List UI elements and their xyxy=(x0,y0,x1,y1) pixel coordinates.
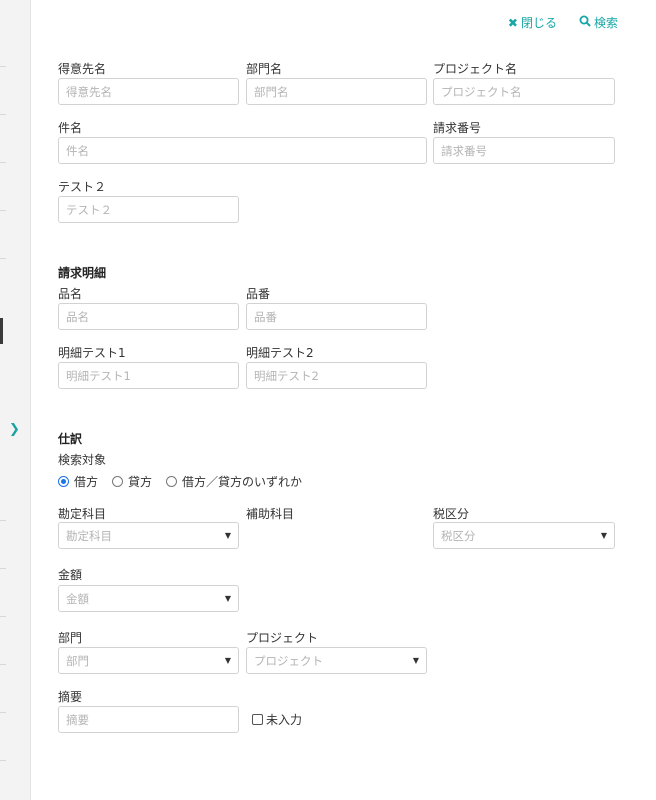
detail-test1-input[interactable] xyxy=(58,362,239,389)
journal-section-title: 仕訳 xyxy=(58,432,83,446)
caret-down-icon: ▼ xyxy=(224,531,231,540)
rail-divider xyxy=(0,664,6,665)
subject-input[interactable] xyxy=(58,137,427,164)
rail-divider xyxy=(0,114,6,115)
radio-unchecked-icon[interactable] xyxy=(112,476,124,487)
item-name-label: 品名 xyxy=(58,287,83,301)
invoice-no-input[interactable] xyxy=(433,137,615,164)
account-select[interactable]: 勘定科目 ▼ xyxy=(58,522,239,549)
unentered-label: 未入力 xyxy=(266,713,303,727)
amount-placeholder: 金額 xyxy=(66,591,89,606)
rail-divider xyxy=(0,258,6,259)
magnifier-icon xyxy=(579,15,591,30)
x-icon: ✖ xyxy=(507,15,518,30)
proj-placeholder: プロジェクト xyxy=(254,653,323,668)
item-no-input[interactable] xyxy=(246,303,427,330)
account-label: 勘定科目 xyxy=(58,507,107,521)
amount-select[interactable]: 金額 ▼ xyxy=(58,585,239,612)
test2-input[interactable] xyxy=(58,196,239,223)
detail-test1-label: 明細テスト1 xyxy=(58,346,126,360)
rail-divider xyxy=(0,616,6,617)
customer-input[interactable] xyxy=(58,78,239,105)
tax-select[interactable]: 税区分 ▼ xyxy=(433,522,615,549)
radio-credit[interactable]: 貸方 xyxy=(112,473,152,490)
item-name-input[interactable] xyxy=(58,303,239,330)
checkbox-icon[interactable] xyxy=(252,714,263,725)
account-placeholder: 勘定科目 xyxy=(66,528,112,543)
department-label: 部門名 xyxy=(246,62,283,76)
search-button[interactable]: 検索 xyxy=(579,14,618,31)
proj-label: プロジェクト xyxy=(246,631,319,645)
caret-down-icon: ▼ xyxy=(412,656,419,665)
department-input[interactable] xyxy=(246,78,427,105)
dept-placeholder: 部門 xyxy=(66,653,89,668)
caret-down-icon: ▼ xyxy=(224,656,231,665)
detail-section-title: 請求明細 xyxy=(58,266,107,280)
rail-divider xyxy=(0,210,6,211)
dept-label: 部門 xyxy=(58,631,83,645)
detail-test2-input[interactable] xyxy=(246,362,427,389)
close-button[interactable]: ✖ 閉じる xyxy=(508,14,557,31)
dept-select[interactable]: 部門 ▼ xyxy=(58,647,239,674)
chevron-right-icon[interactable]: ❯ xyxy=(9,422,20,437)
memo-label: 摘要 xyxy=(58,690,83,704)
radio-debit[interactable]: 借方 xyxy=(58,473,98,490)
subject-label: 件名 xyxy=(58,121,83,135)
left-rail xyxy=(0,0,31,800)
radio-checked-icon[interactable] xyxy=(58,476,69,487)
radio-debit-label: 借方 xyxy=(74,475,99,489)
test2-label: テスト２ xyxy=(58,180,107,194)
detail-test2-label: 明細テスト2 xyxy=(246,346,314,360)
radio-unchecked-icon[interactable] xyxy=(166,476,178,487)
rail-divider xyxy=(0,66,6,67)
proj-select[interactable]: プロジェクト ▼ xyxy=(246,647,427,674)
rail-divider xyxy=(0,162,6,163)
tax-label: 税区分 xyxy=(433,507,470,521)
radio-either[interactable]: 借方／貸方のいずれか xyxy=(166,473,302,490)
sub-account-label: 補助科目 xyxy=(246,507,295,521)
project-label: プロジェクト名 xyxy=(433,62,518,76)
invoice-no-label: 請求番号 xyxy=(433,121,482,135)
radio-either-label: 借方／貸方のいずれか xyxy=(182,475,303,489)
rail-active-marker xyxy=(0,318,3,344)
rail-divider xyxy=(0,520,6,521)
rail-divider xyxy=(0,712,6,713)
close-label: 閉じる xyxy=(520,16,557,30)
project-input[interactable] xyxy=(433,78,615,105)
rail-divider xyxy=(0,568,6,569)
amount-label: 金額 xyxy=(58,568,83,582)
customer-label: 得意先名 xyxy=(58,62,107,76)
panel-actions: ✖ 閉じる 検索 xyxy=(508,14,618,31)
tax-placeholder: 税区分 xyxy=(441,528,476,543)
search-target-label: 検索対象 xyxy=(58,453,107,467)
search-label: 検索 xyxy=(593,16,618,30)
radio-credit-label: 貸方 xyxy=(128,475,153,489)
rail-divider xyxy=(0,760,6,761)
caret-down-icon: ▼ xyxy=(224,594,231,603)
search-target-group: 借方 貸方 借方／貸方のいずれか xyxy=(58,473,302,490)
memo-input[interactable] xyxy=(58,706,239,733)
caret-down-icon: ▼ xyxy=(600,531,607,540)
unentered-checkbox[interactable]: 未入力 xyxy=(252,711,302,728)
item-no-label: 品番 xyxy=(246,287,271,301)
